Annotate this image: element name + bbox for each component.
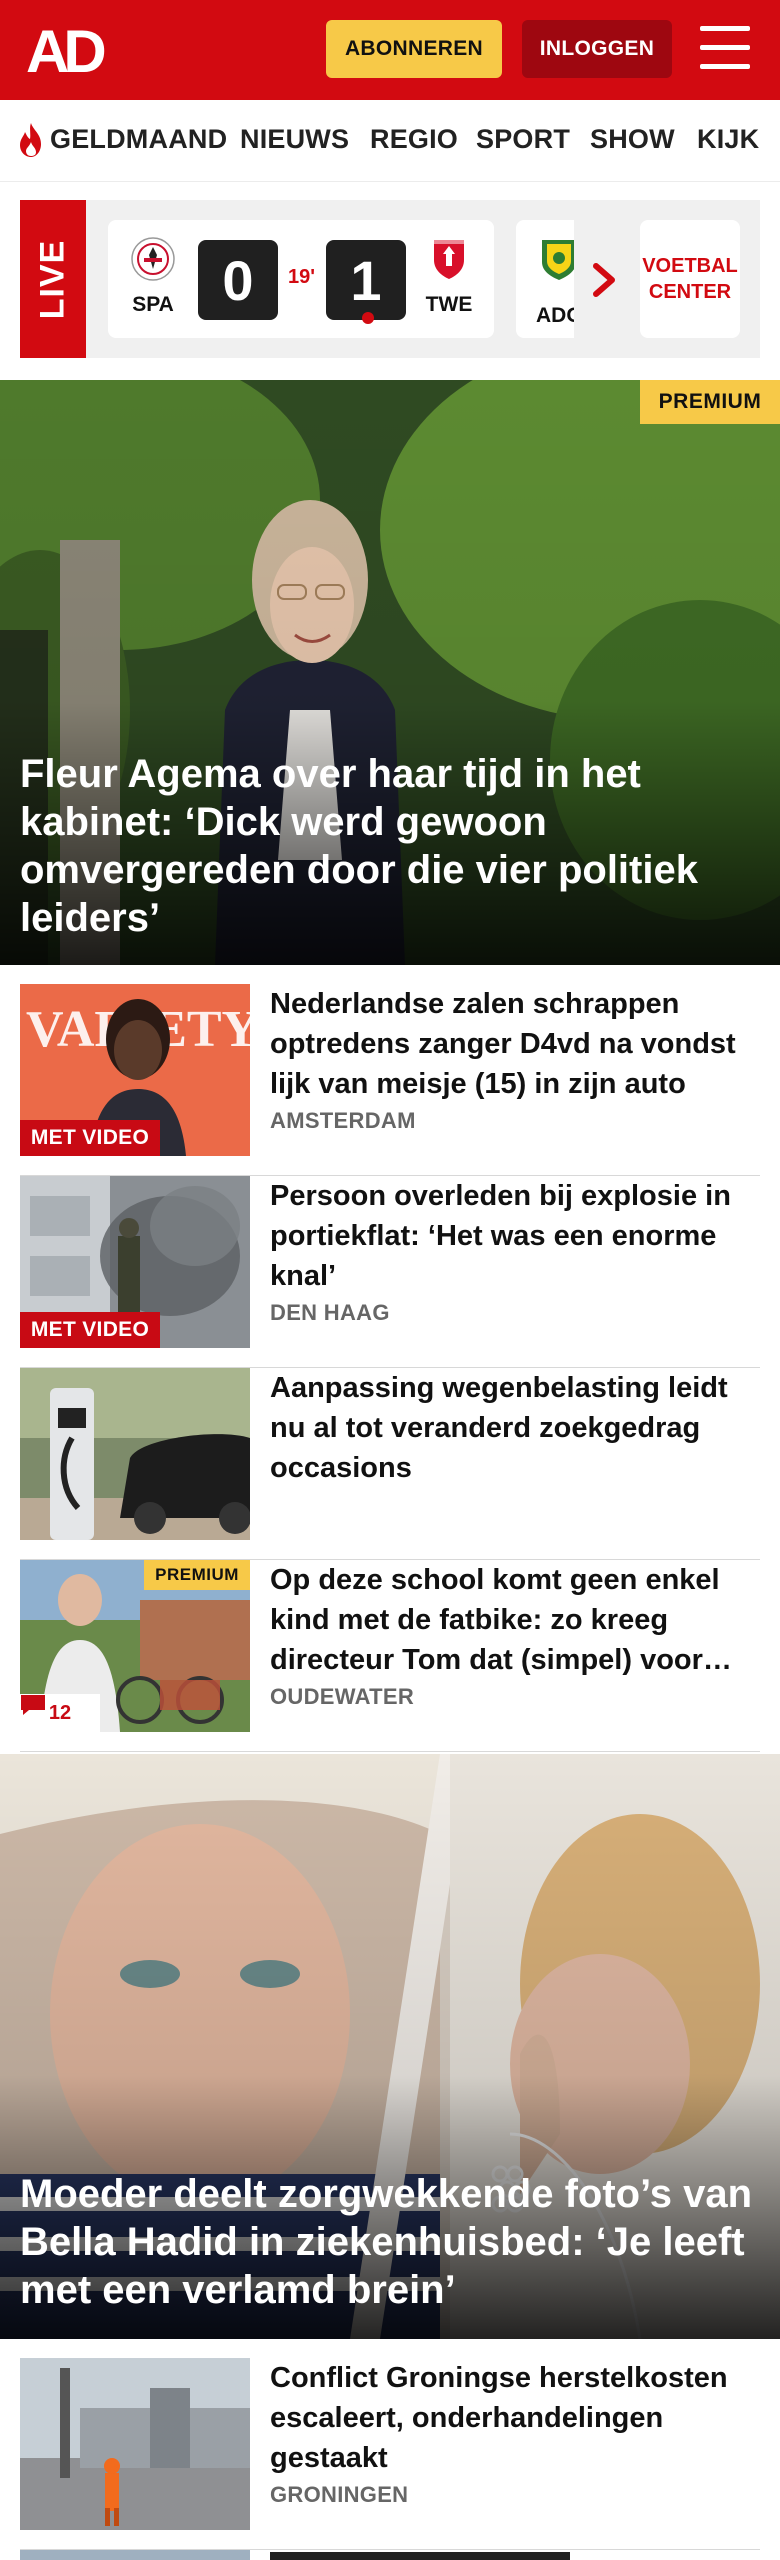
nav-item-geldmaand[interactable]: GELDMAAND: [50, 124, 227, 155]
article-title[interactable]: Persoon overleden bij explosie in portie…: [270, 1176, 760, 1296]
article-thumbnail: PREMIUM 12: [20, 1560, 250, 1732]
list-item[interactable]: VARIETY MET VIDEO Nederlandse zalen schr…: [20, 984, 760, 1176]
ado-crest-icon: [542, 240, 574, 280]
hero-article[interactable]: PREMIUM Fleur Agema over haar tijd in he…: [0, 380, 780, 965]
subscribe-button[interactable]: ABONNEREN: [326, 20, 502, 78]
main-nav: GELDMAAND NIEUWS REGIO SPORT SHOW KIJK: [0, 100, 780, 182]
sparta-crest-icon: [131, 237, 175, 281]
live-scores-bar: LIVE SPA 0 19' 1 TWE AD VOETBAL CENTER: [20, 200, 760, 358]
login-button[interactable]: INLOGGEN: [522, 20, 672, 78]
home-team-abbr: SPA: [132, 293, 174, 316]
list-item[interactable]: Conflict Groningse herstelkosten escalee…: [20, 2358, 760, 2550]
home-score: 0: [198, 240, 278, 320]
video-badge: MET VIDEO: [20, 1312, 160, 1348]
comment-icon: [21, 1695, 45, 1715]
hero2-title[interactable]: Moeder deelt zorgwekkende foto’s van Bel…: [20, 2170, 760, 2314]
svg-text:AD: AD: [26, 22, 104, 78]
article-thumbnail-partial: [20, 2550, 250, 2560]
hero-title[interactable]: Fleur Agema over haar tijd in het kabine…: [20, 750, 740, 942]
premium-badge: PREMIUM: [640, 380, 780, 424]
article-title[interactable]: Conflict Groningse herstelkosten escalee…: [270, 2358, 760, 2478]
flame-icon: [20, 123, 41, 157]
match-minute: 19': [288, 266, 316, 288]
video-badge: MET VIDEO: [20, 1120, 160, 1156]
away-score: 1: [326, 240, 406, 324]
article-title[interactable]: Nederlandse zalen schrappen optredens za…: [270, 984, 760, 1104]
goal-indicator-dot: [362, 312, 374, 324]
article-location: DEN HAAG: [270, 1300, 390, 1325]
live-match-card[interactable]: SPA 0 19' 1 TWE: [108, 220, 494, 338]
list-item[interactable]: Aanpassing wegenbelasting leidt nu al to…: [20, 1368, 760, 1560]
twente-crest-icon: [434, 240, 464, 279]
ad-logo[interactable]: AD: [26, 22, 116, 78]
nav-item-kijk[interactable]: KIJK: [697, 124, 759, 155]
away-team: TWE: [412, 236, 486, 317]
next-match-card[interactable]: ADO: [516, 220, 574, 338]
chevron-right-icon[interactable]: [590, 260, 620, 300]
live-label: LIVE: [20, 200, 86, 358]
article-location: AMSTERDAM: [270, 1108, 416, 1133]
home-team: SPA: [116, 236, 190, 317]
nav-item-regio[interactable]: REGIO: [370, 124, 458, 155]
article-title[interactable]: Op deze school komt geen enkel kind met …: [270, 1560, 760, 1680]
hamburger-menu-icon[interactable]: [700, 26, 752, 72]
site-header: AD ABONNEREN INLOGGEN: [0, 0, 780, 100]
nav-item-nieuws[interactable]: NIEUWS: [240, 124, 349, 155]
article-thumbnail: VARIETY MET VIDEO: [20, 984, 250, 1156]
article-location: GRONINGEN: [270, 2482, 409, 2507]
away-team-abbr: TWE: [425, 293, 473, 316]
article-title[interactable]: Aanpassing wegenbelasting leidt nu al to…: [270, 1368, 760, 1488]
article-thumbnail: [20, 1368, 250, 1540]
comment-count-badge[interactable]: 12: [20, 1694, 100, 1732]
article-thumbnail: MET VIDEO: [20, 1176, 250, 1348]
premium-badge: PREMIUM: [144, 1560, 250, 1590]
article-title-partial: [270, 2552, 570, 2560]
list-item[interactable]: MET VIDEO Persoon overleden bij explosie…: [20, 1176, 760, 1368]
next-match-team-abbr: ADO: [536, 304, 574, 327]
hero-article-2[interactable]: Moeder deelt zorgwekkende foto’s van Bel…: [0, 1754, 780, 2339]
nav-item-show[interactable]: SHOW: [590, 124, 675, 155]
article-thumbnail: [20, 2358, 250, 2530]
nav-item-sport[interactable]: SPORT: [476, 124, 570, 155]
article-location: OUDEWATER: [270, 1684, 415, 1709]
voetbal-center-button[interactable]: VOETBAL CENTER: [640, 220, 740, 338]
list-item[interactable]: PREMIUM 12 Op deze school komt geen enke…: [20, 1560, 760, 1752]
